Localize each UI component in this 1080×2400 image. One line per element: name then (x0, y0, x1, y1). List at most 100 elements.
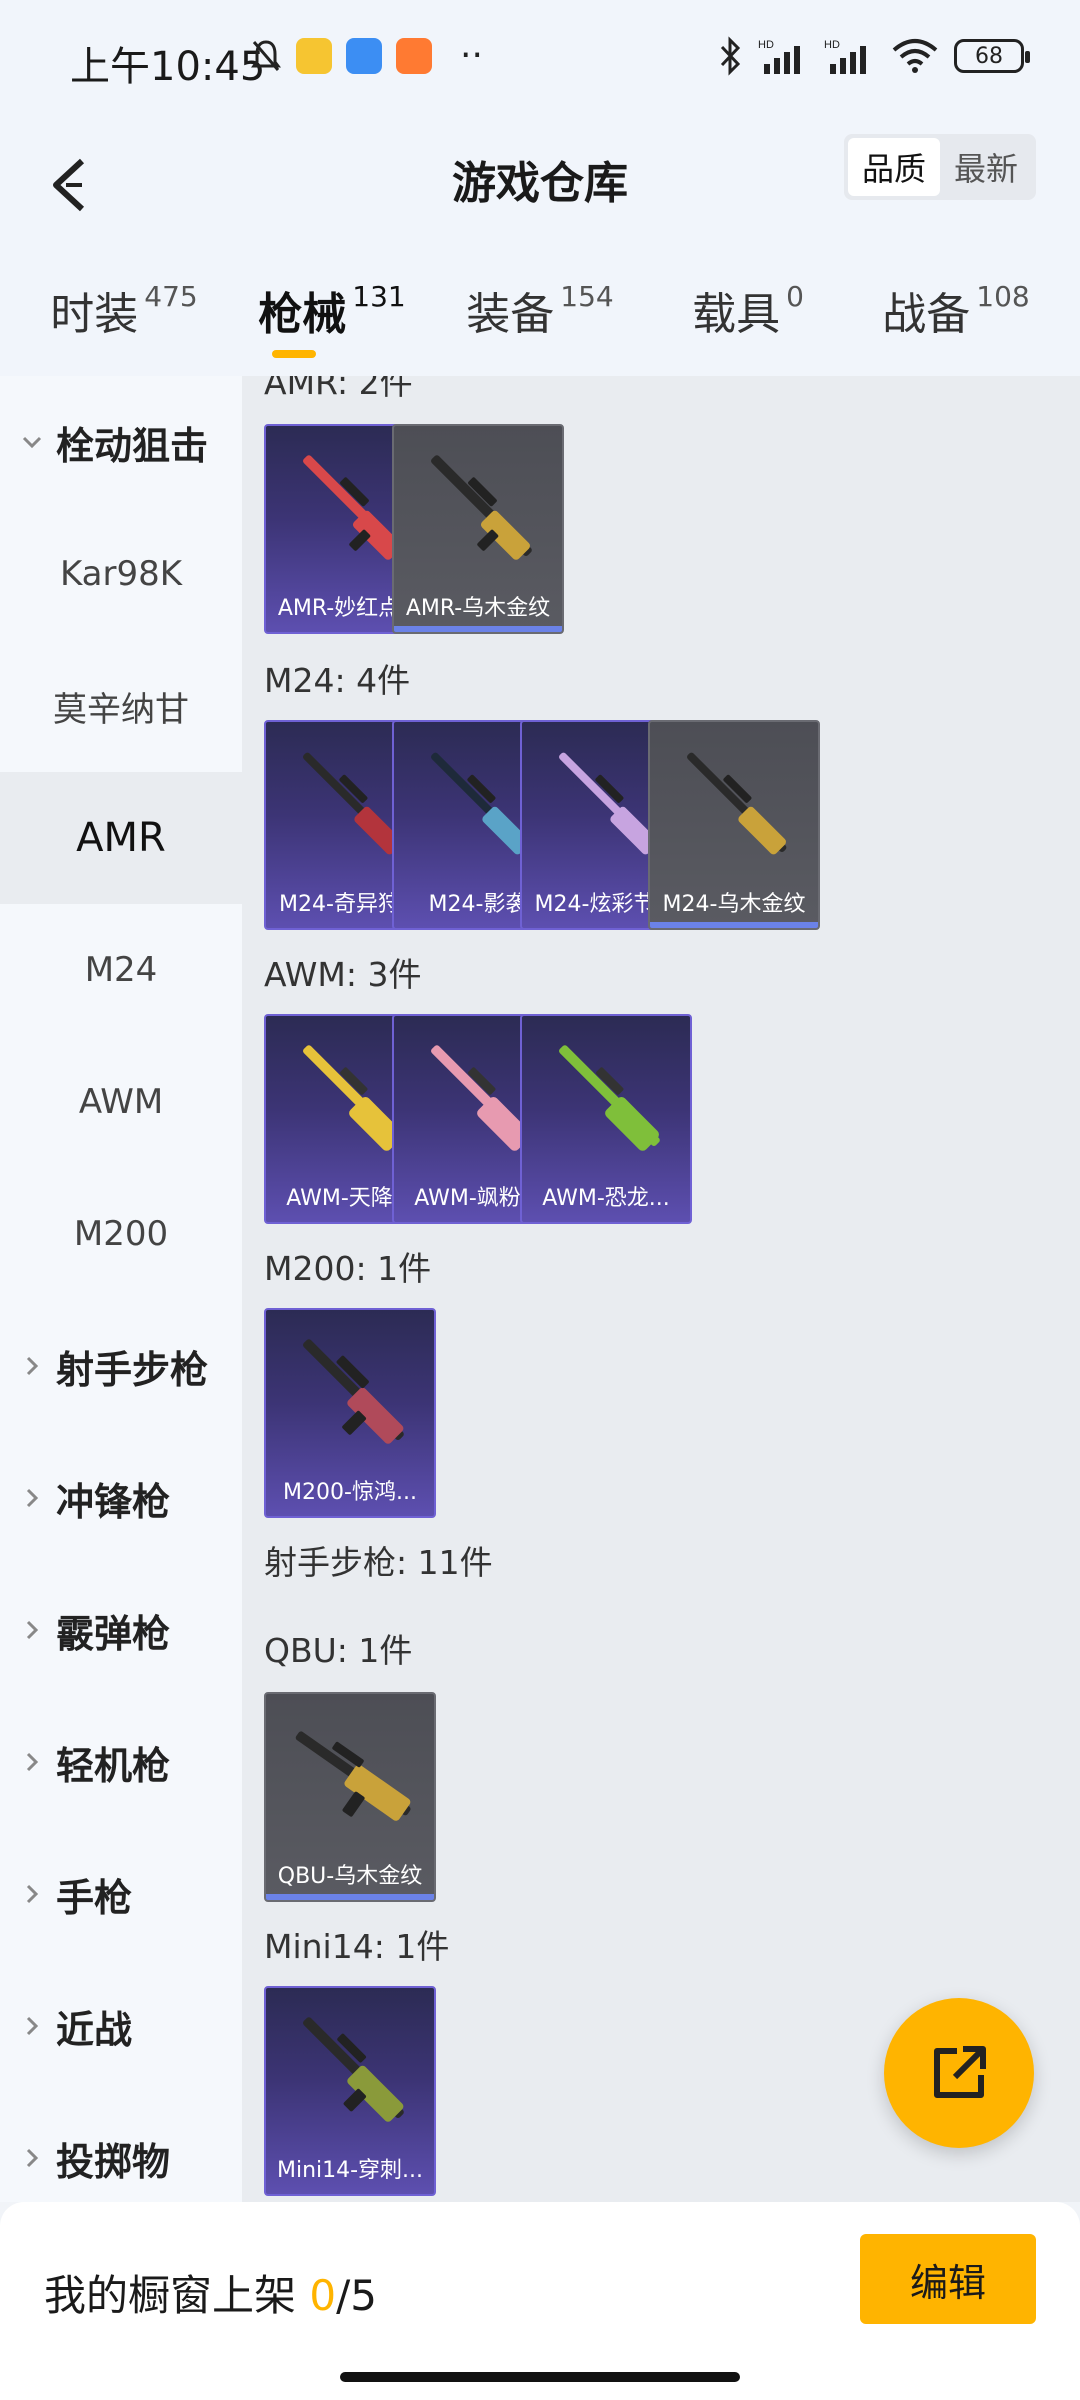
showcase-bar: 我的橱窗上架 0/5 编辑 (0, 2202, 1080, 2400)
chevron-right-icon (26, 1620, 39, 1640)
rifle-skin-image (687, 752, 787, 855)
skin-card[interactable]: M24-乌木金纹 (648, 720, 820, 930)
sidebar-group-shotgun[interactable]: 霰弹枪 (0, 1564, 242, 1696)
chevron-left-icon (53, 158, 85, 212)
wifi-icon (892, 39, 938, 73)
sidebar-item-awm[interactable]: AWM (0, 1036, 242, 1168)
tab-count: 154 (560, 280, 614, 313)
tab-count: 0 (786, 280, 804, 313)
tab-vehicles[interactable]: 载具 0 (644, 250, 852, 376)
home-indicator[interactable] (340, 2372, 740, 2382)
sidebar-item-m200[interactable]: M200 (0, 1168, 242, 1300)
rifle-skin-image (559, 1045, 660, 1151)
section-title-awm: AWM: 3件 (264, 955, 422, 994)
showcase-status: 我的橱窗上架 0/5 (44, 2262, 377, 2323)
skin-card-label: M24-乌木金纹 (662, 892, 806, 917)
sidebar-group-label: 射手步枪 (56, 1347, 209, 1392)
showcase-label: 我的橱窗上架 (44, 2271, 297, 2320)
tab-label: 载具 (692, 289, 781, 340)
sidebar-group-smg[interactable]: 冲锋枪 (0, 1432, 242, 1564)
svg-text:HD: HD (758, 39, 774, 51)
tab-label: 战备 (882, 289, 971, 340)
skin-card-label: AWM-恐龙... (542, 1186, 670, 1211)
tab-gear[interactable]: 战备 108 (852, 250, 1060, 376)
svg-text:HD: HD (824, 39, 840, 51)
share-external-icon (934, 2046, 986, 2098)
skin-card[interactable]: QBU-乌木金纹 (264, 1692, 436, 1902)
skin-card[interactable]: M200-惊鸿... (264, 1308, 436, 1518)
sidebar-group-lmg[interactable]: 轻机枪 (0, 1696, 242, 1828)
chevron-right-icon (26, 1356, 39, 1376)
edit-button[interactable]: 编辑 (860, 2234, 1036, 2324)
signal-icon: HD (758, 39, 800, 74)
section-title-mini14: Mini14: 1件 (264, 1927, 450, 1966)
status-bar: 上午10:45 ·· HD HD 68 (0, 0, 1080, 120)
category-tabs: 时装 475 枪械 131 装备 154 载具 0 战备 108 (0, 250, 1080, 376)
section-title-m24: M24: 4件 (264, 661, 411, 700)
sidebar-item-m24[interactable]: M24 (0, 904, 242, 1036)
chevron-right-icon (26, 2016, 39, 2036)
sidebar-group-label: 手枪 (56, 1875, 133, 1920)
status-system-icons: HD HD 68 (718, 36, 1030, 76)
sidebar-group-bolt-action-sniper[interactable]: 栓动狙击 (0, 376, 242, 508)
chevron-right-icon (26, 2148, 39, 2168)
sidebar-group-marksman-rifle[interactable]: 射手步枪 (0, 1300, 242, 1432)
sidebar-item-mosin-nagant[interactable]: 莫辛纳甘 (0, 640, 242, 772)
sidebar-group-label: 近战 (56, 2007, 133, 2052)
section-title-m200: M200: 1件 (264, 1249, 432, 1288)
app-notification-icon-orange (396, 38, 432, 74)
status-notification-icons: ·· (250, 38, 483, 74)
battery-level: 68 (975, 43, 1003, 69)
signal-icon-2: HD (824, 39, 866, 74)
sidebar-group-label: 轻机枪 (56, 1743, 171, 1788)
sidebar-group-label: 霰弹枪 (56, 1611, 171, 1656)
tab-label: 时装 (50, 289, 139, 340)
weapon-skin-grid: AMR: 2件 AMR-妙红点点 AMR-乌木金纹 M24: 4件 M24-奇异… (242, 376, 1080, 2202)
active-tab-indicator (272, 350, 316, 358)
rifle-skin-image (295, 1731, 411, 1821)
skin-card-label: QBU-乌木金纹 (277, 1864, 423, 1889)
sidebar-item-amr[interactable]: AMR (0, 772, 242, 904)
bell-muted-icon (251, 40, 281, 71)
sidebar-group-label: 栓动狙击 (56, 423, 209, 468)
sort-option-newest[interactable]: 最新 (940, 138, 1032, 196)
chevron-right-icon (26, 1884, 39, 1904)
section-title-amr: AMR: 2件 (264, 376, 413, 402)
tab-count: 131 (352, 280, 406, 313)
more-notifications-icon: ·· (460, 35, 483, 76)
app-header: 游戏仓库 品质 最新 (0, 120, 1080, 250)
tab-label: 枪械 (258, 289, 347, 340)
sidebar-item-kar98k[interactable]: Kar98K (0, 508, 242, 640)
sort-option-quality[interactable]: 品质 (848, 138, 940, 196)
showcase-current-count: 0 (309, 2271, 337, 2320)
app-notification-icon-blue (346, 38, 382, 74)
back-button[interactable] (28, 140, 108, 230)
tab-count: 108 (976, 280, 1030, 313)
tab-firearms[interactable]: 枪械 131 (228, 250, 436, 376)
section-title-marksman-rifle: 射手步枪: 11件 (264, 1543, 493, 1582)
tab-fashion[interactable]: 时装 475 (20, 250, 228, 376)
skin-card-label: AMR-乌木金纹 (405, 596, 551, 621)
chevron-down-icon (22, 436, 42, 449)
sidebar-group-melee[interactable]: 近战 (0, 1960, 242, 2092)
skin-card[interactable]: Mini14-穿刺... (264, 1986, 436, 2196)
chevron-right-icon (26, 1488, 39, 1508)
tab-label: 装备 (466, 289, 555, 340)
chevron-right-icon (26, 1752, 39, 1772)
sidebar-group-label: 投掷物 (56, 2139, 171, 2184)
section-title-qbu: QBU: 1件 (264, 1631, 413, 1670)
skin-card[interactable]: AWM-恐龙... (520, 1014, 692, 1224)
showcase-total-count: /5 (336, 2271, 377, 2320)
tab-count: 475 (144, 280, 198, 313)
battery-icon: 68 (954, 39, 1030, 73)
skin-card[interactable]: AMR-乌木金纹 (392, 424, 564, 634)
weapon-category-sidebar: 栓动狙击 Kar98K 莫辛纳甘 AMR M24 AWM M200 射手步枪 冲… (0, 376, 242, 2202)
tab-equipment[interactable]: 装备 154 (436, 250, 644, 376)
skin-card-label: Mini14-穿刺... (276, 2158, 424, 2183)
rifle-skin-image (303, 2017, 404, 2122)
sidebar-group-label: 冲锋枪 (56, 1479, 171, 1524)
share-fab[interactable] (884, 1998, 1034, 2148)
sidebar-group-pistol[interactable]: 手枪 (0, 1828, 242, 1960)
rifle-skin-image (303, 1339, 404, 1444)
bluetooth-icon (720, 36, 741, 76)
